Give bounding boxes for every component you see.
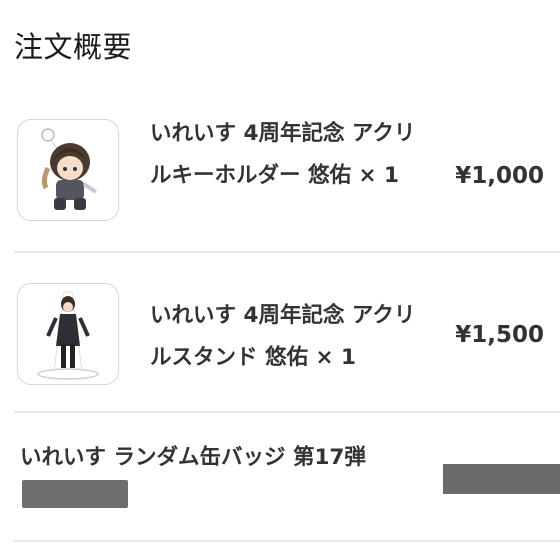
page-title: 注文概要 [14, 30, 133, 64]
order-item-name-text: いれいす ランダム缶バッジ 第17弾 [20, 445, 366, 470]
divider [14, 540, 560, 542]
order-item-name: いれいす ランダム缶バッジ 第17弾 [20, 440, 400, 512]
acrylic-keychain-image [17, 119, 119, 221]
order-item-price: ¥1,000 [455, 163, 544, 189]
redacted-text [22, 480, 128, 508]
acrylic-stand-image [17, 283, 119, 385]
redacted-price [443, 464, 560, 494]
order-item-price: ¥1,500 [455, 322, 544, 348]
divider [14, 251, 560, 253]
divider [14, 411, 560, 413]
order-item-name: いれいす 4周年記念 アクリルキーホルダー 悠佑 × 1 [150, 121, 416, 188]
order-item-name: いれいす 4周年記念 アクリルスタンド 悠佑 × 1 [150, 303, 416, 370]
